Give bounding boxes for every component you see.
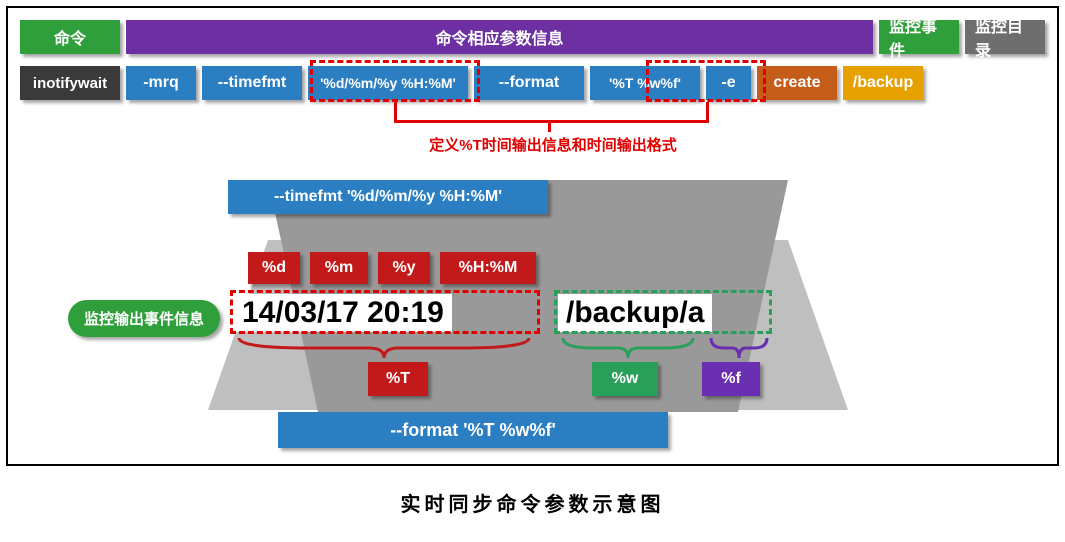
brace-w bbox=[558, 336, 698, 360]
label-monitor-output: 监控输出事件信息 bbox=[68, 300, 220, 337]
brace-t bbox=[234, 336, 534, 360]
hdr-param-info: 命令相应参数信息 bbox=[126, 20, 873, 54]
connector-vert-right bbox=[706, 102, 709, 120]
connector-vert-left bbox=[394, 102, 397, 120]
connector-horiz bbox=[394, 120, 709, 123]
token-m: %m bbox=[310, 252, 368, 284]
hdr-monitor-dir: 监控目录 bbox=[965, 20, 1045, 54]
cmd-event-create: create bbox=[757, 66, 837, 100]
cmd-format: --format bbox=[474, 66, 584, 100]
cmd-timefmt: --timefmt bbox=[202, 66, 302, 100]
caption: 实时同步命令参数示意图 bbox=[0, 488, 1065, 517]
hdr-monitor-event: 监控事件 bbox=[879, 20, 959, 54]
header-row: 命令 命令相应参数信息 监控事件 监控目录 bbox=[20, 20, 1045, 54]
cmd-timefmt-val: '%d/%m/%y %H:%M' bbox=[308, 66, 468, 100]
token-d: %d bbox=[248, 252, 300, 284]
detail-timefmt-full: --timefmt '%d/%m/%y %H:%M' bbox=[228, 180, 548, 214]
fmt-T: %T bbox=[368, 362, 428, 396]
detail-block: --timefmt '%d/%m/%y %H:%M' %d %m %y %H:%… bbox=[268, 180, 788, 412]
fmt-f: %f bbox=[702, 362, 760, 396]
command-row: inotifywait -mrq --timefmt '%d/%m/%y %H:… bbox=[20, 66, 1045, 100]
note-timefmt-desc: 定义%T时间输出信息和时间输出格式 bbox=[388, 134, 718, 155]
cmd-mrq: -mrq bbox=[126, 66, 196, 100]
sample-path: /backup/a bbox=[558, 294, 712, 332]
cmd-format-val: '%T %w%f' bbox=[590, 66, 700, 100]
cmd-dir-backup: /backup bbox=[843, 66, 923, 100]
diagram-frame: 命令 命令相应参数信息 监控事件 监控目录 inotifywait -mrq -… bbox=[6, 6, 1059, 466]
hdr-command: 命令 bbox=[20, 20, 120, 54]
detail-format-full: --format '%T %w%f' bbox=[278, 412, 668, 448]
cmd-e: -e bbox=[706, 66, 751, 100]
brace-f bbox=[706, 336, 772, 360]
fmt-w: %w bbox=[592, 362, 658, 396]
cmd-inotifywait: inotifywait bbox=[20, 66, 120, 100]
connector-vert-down bbox=[548, 120, 551, 132]
token-hm: %H:%M bbox=[440, 252, 536, 284]
token-y: %y bbox=[378, 252, 430, 284]
sample-time: 14/03/17 20:19 bbox=[234, 294, 452, 332]
